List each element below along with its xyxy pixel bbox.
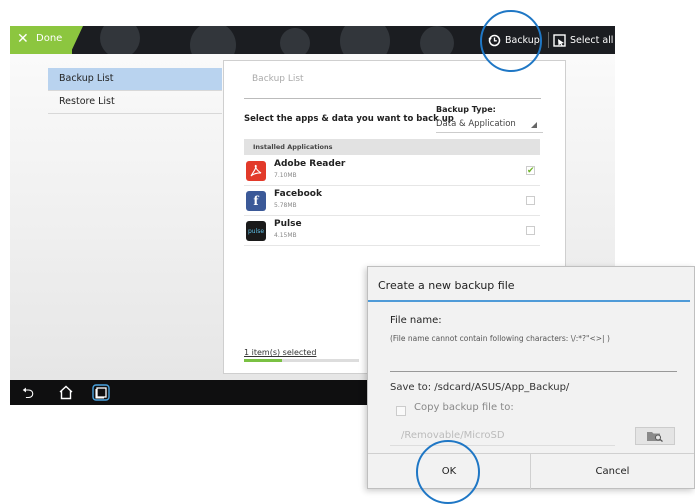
selection-count: 1 item(s) selected — [244, 348, 317, 357]
backup-type-dropdown[interactable]: Data & Application — [436, 117, 543, 133]
input-underline — [390, 371, 677, 372]
checkbox[interactable] — [526, 196, 535, 205]
toolbar-divider — [548, 32, 549, 48]
bokeh-decor — [280, 28, 310, 54]
removable-path-field[interactable]: /Removable/MicroSD — [401, 430, 505, 441]
backup-type-label: Backup Type: — [436, 105, 496, 114]
input-underline — [390, 445, 615, 446]
annotation-circle-backup — [480, 10, 542, 72]
folder-browse-icon — [647, 432, 663, 442]
bokeh-decor — [100, 26, 140, 54]
checkbox-checked[interactable]: ✔ — [526, 166, 535, 176]
sidebar-item-backup-list[interactable]: Backup List — [48, 68, 222, 90]
pulse-icon: pulse — [246, 221, 266, 241]
select-all-label: Select all — [570, 34, 614, 46]
app-name: Adobe Reader — [274, 159, 346, 169]
cancel-button[interactable]: Cancel — [531, 454, 694, 490]
file-name-hint: (File name cannot contain following char… — [390, 334, 610, 343]
select-prompt: Select the apps & data you want to back … — [244, 114, 454, 124]
app-size: 7.10MB — [274, 172, 297, 179]
app-name: Pulse — [274, 219, 302, 229]
home-icon[interactable] — [58, 385, 74, 400]
sidebar-item-label: Backup List — [59, 73, 114, 84]
adobe-reader-icon — [246, 161, 266, 181]
list-item[interactable]: Adobe Reader 7.10MB ✔ — [244, 156, 540, 186]
select-all-button[interactable]: Select all — [553, 30, 613, 50]
copy-backup-checkbox[interactable] — [396, 406, 406, 416]
dropdown-underline — [436, 132, 543, 133]
bokeh-decor — [420, 26, 454, 54]
select-all-icon — [553, 33, 566, 47]
checkbox[interactable] — [526, 226, 535, 235]
close-icon: ✕ — [17, 31, 29, 47]
bokeh-decor — [340, 26, 390, 54]
backup-type-value: Data & Application — [436, 119, 516, 129]
copy-backup-label: Copy backup file to: — [414, 402, 514, 413]
browse-folder-button[interactable] — [635, 427, 675, 445]
app-size: 5.78MB — [274, 202, 297, 209]
navigation-bar: ⮌ — [10, 380, 370, 405]
app-name: Facebook — [274, 189, 322, 199]
done-button[interactable]: ✕ Done — [10, 26, 72, 54]
recent-apps-icon[interactable] — [92, 384, 110, 401]
facebook-glyph: f — [253, 194, 259, 208]
sidebar-item-restore-list[interactable]: Restore List — [48, 91, 222, 113]
done-label: Done — [36, 33, 63, 44]
dialog-title: Create a new backup file — [378, 279, 515, 292]
list-item[interactable]: pulse Pulse 4.15MB — [244, 216, 540, 246]
file-name-label: File name: — [390, 315, 442, 326]
annotation-circle-ok — [416, 440, 480, 504]
pulse-glyph: pulse — [247, 227, 265, 235]
facebook-icon: f — [246, 191, 266, 211]
dialog-title-rule — [368, 300, 690, 302]
panel-title: Backup List — [252, 74, 304, 84]
divider — [48, 113, 222, 114]
create-backup-dialog: Create a new backup file File name: (Fil… — [367, 266, 695, 490]
file-name-input[interactable] — [390, 351, 677, 371]
list-item[interactable]: f Facebook 5.78MB — [244, 186, 540, 216]
save-to-path: Save to: /sdcard/ASUS/App_Backup/ — [390, 382, 570, 393]
bokeh-decor — [190, 26, 236, 54]
section-header: Installed Applications — [244, 139, 540, 155]
selection-progress-fill — [244, 359, 282, 362]
app-size: 4.15MB — [274, 232, 297, 239]
selection-progress — [244, 359, 359, 362]
dropdown-triangle-icon — [531, 122, 537, 128]
divider — [244, 98, 541, 99]
back-icon[interactable]: ⮌ — [22, 383, 34, 408]
sidebar-item-label: Restore List — [59, 96, 115, 107]
